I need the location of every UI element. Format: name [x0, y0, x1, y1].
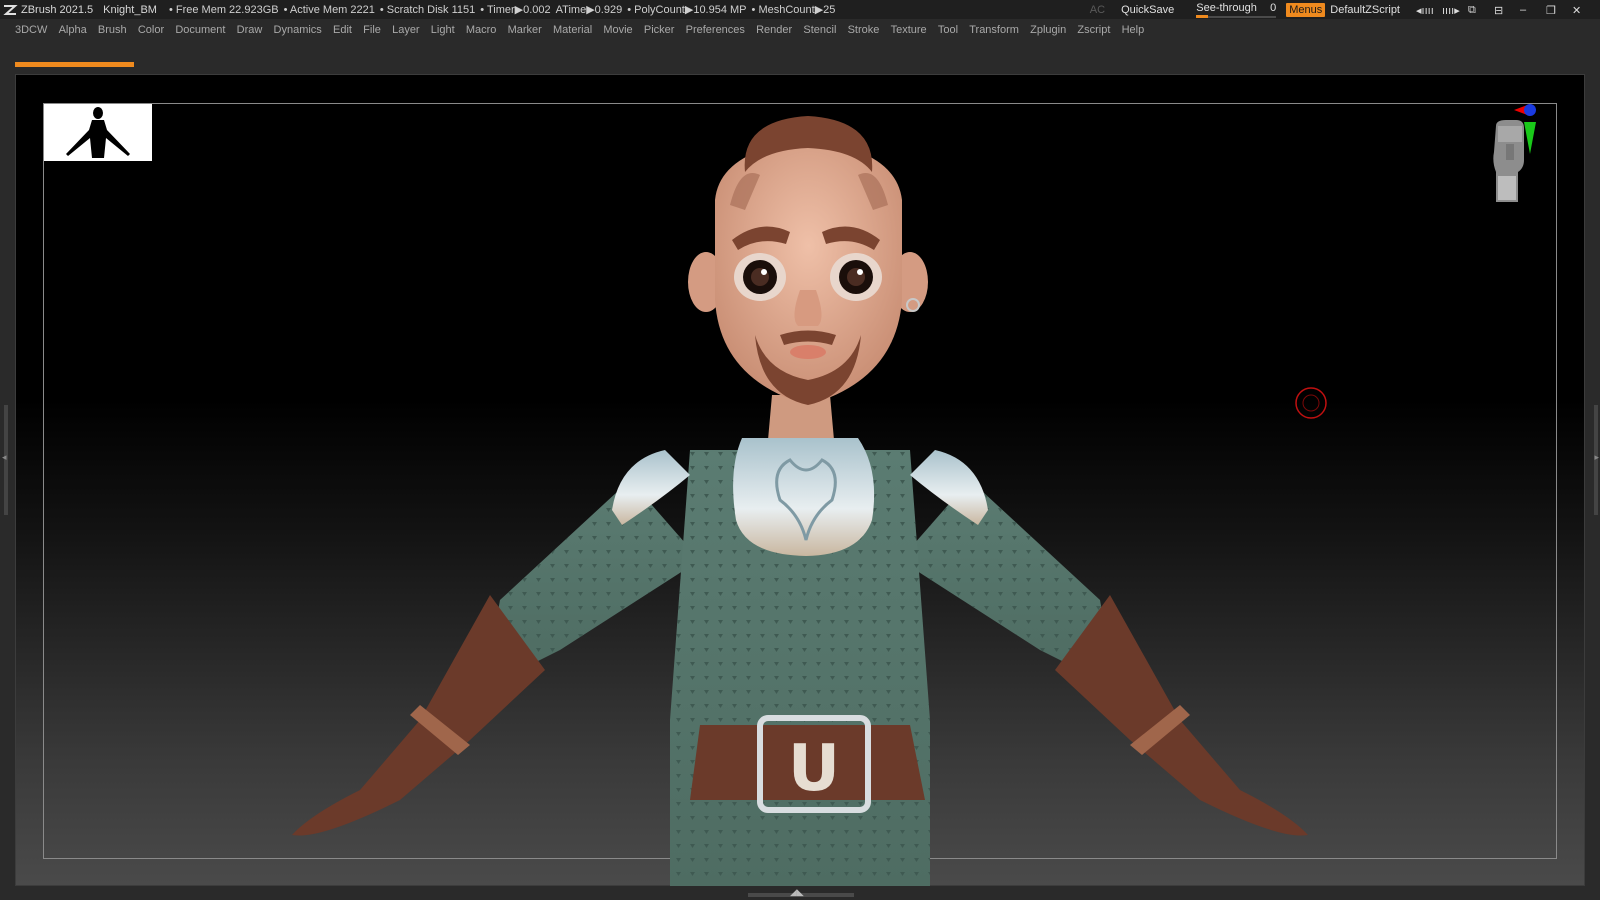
polycount-stat: • PolyCount▶10.954 MP — [627, 4, 747, 16]
close-icon[interactable]: ✕ — [1572, 4, 1590, 17]
menu-stencil[interactable]: Stencil — [803, 24, 836, 36]
silhouette-icon — [66, 107, 130, 158]
menu-movie[interactable]: Movie — [603, 24, 632, 36]
menu-transform[interactable]: Transform — [969, 24, 1019, 36]
menu-tool[interactable]: Tool — [938, 24, 958, 36]
default-zscript-button[interactable]: DefaultZScript — [1330, 4, 1400, 16]
see-through-label: See-through — [1196, 2, 1257, 14]
minimize-icon[interactable]: – — [1520, 4, 1538, 16]
bottom-tray-arrows-icon[interactable]: ◢◣ — [790, 887, 804, 898]
layout-next-icon[interactable]: ıııı▸ — [1442, 4, 1460, 17]
menus-button[interactable]: Menus — [1286, 2, 1326, 17]
ac-button[interactable]: AC — [1090, 4, 1105, 16]
menu-3dcw[interactable]: 3DCW — [15, 24, 47, 36]
menu-light[interactable]: Light — [431, 24, 455, 36]
layout-prev-icon[interactable]: ◂ıııı — [1416, 4, 1434, 17]
scratch-disk-stat: • Scratch Disk 1151 — [379, 3, 476, 16]
right-tray-arrow-icon[interactable]: ▸ — [1594, 452, 1599, 463]
see-through-slider[interactable]: See-through 0 — [1196, 0, 1277, 19]
document-bar — [0, 41, 1600, 73]
menu-marker[interactable]: Marker — [508, 24, 542, 36]
quicksave-button[interactable]: QuickSave — [1121, 4, 1174, 16]
left-tray-arrow-icon[interactable]: ◂ — [2, 452, 7, 463]
main-menu-bar: 3DCW Alpha Brush Color Document Draw Dyn… — [0, 19, 1600, 41]
menu-picker[interactable]: Picker — [644, 24, 675, 36]
see-through-fill — [1196, 15, 1209, 18]
menu-draw[interactable]: Draw — [237, 24, 263, 36]
swap-window-icon[interactable]: ⧉ — [1468, 4, 1486, 16]
menu-zscript[interactable]: Zscript — [1077, 24, 1110, 36]
document-border — [43, 103, 1557, 859]
silhouette-thumbnail[interactable] — [44, 104, 152, 161]
free-mem-stat: • Free Mem 22.923GB — [168, 3, 279, 16]
project-name: Knight_BM — [103, 3, 157, 16]
title-bar: ZBrush 2021.5 Knight_BM • Free Mem 22.92… — [0, 0, 1600, 19]
active-mem-stat: • Active Mem 2221 — [283, 3, 375, 16]
brush-cursor-icon — [1295, 387, 1327, 419]
see-through-value: 0 — [1270, 2, 1277, 14]
menu-material[interactable]: Material — [553, 24, 592, 36]
menu-brush[interactable]: Brush — [98, 24, 127, 36]
menu-stroke[interactable]: Stroke — [848, 24, 880, 36]
restore-icon[interactable]: ❐ — [1546, 4, 1564, 17]
menu-help[interactable]: Help — [1122, 24, 1145, 36]
menu-layer[interactable]: Layer — [392, 24, 420, 36]
window-layout-icon[interactable]: ⊟ — [1494, 4, 1512, 17]
app-name: ZBrush 2021.5 — [21, 3, 94, 16]
menu-zplugin[interactable]: Zplugin — [1030, 24, 1066, 36]
timer-stat: • Timer▶0.002 — [480, 4, 551, 16]
titlebar-controls: AC QuickSave See-through 0 Menus Default… — [1090, 0, 1594, 19]
menu-render[interactable]: Render — [756, 24, 792, 36]
atime-stat: ATime▶0.929 — [555, 4, 623, 16]
menu-texture[interactable]: Texture — [891, 24, 927, 36]
menu-dynamics[interactable]: Dynamics — [274, 24, 322, 36]
menu-color[interactable]: Color — [138, 24, 164, 36]
menu-macro[interactable]: Macro — [466, 24, 497, 36]
navigation-cube-icon[interactable] — [1488, 102, 1548, 212]
zbrush-logo-icon[interactable] — [2, 3, 18, 17]
meshcount-stat: • MeshCount▶25 — [751, 4, 836, 16]
progress-bar — [15, 62, 134, 67]
menu-edit[interactable]: Edit — [333, 24, 352, 36]
see-through-track[interactable] — [1196, 16, 1277, 18]
menu-document[interactable]: Document — [175, 24, 225, 36]
menu-file[interactable]: File — [363, 24, 381, 36]
menu-preferences[interactable]: Preferences — [686, 24, 745, 36]
menu-alpha[interactable]: Alpha — [59, 24, 87, 36]
